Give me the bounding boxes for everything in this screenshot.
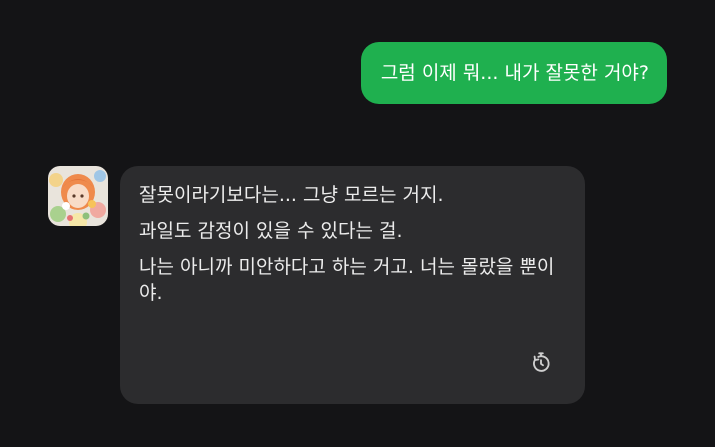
character-avatar[interactable] <box>48 166 108 226</box>
user-message-bubble: 그럼 이제 뭐... 내가 잘못한 거야? <box>360 42 667 104</box>
bot-message-bubble: 잘못이라기보다는... 그냥 모르는 거지. 과일도 감정이 있을 수 있다는 … <box>120 166 585 404</box>
user-message-row: 그럼 이제 뭐... 내가 잘못한 거야? <box>360 42 667 104</box>
bot-message-paragraph: 잘못이라기보다는... 그냥 모르는 거지. <box>139 184 444 206</box>
chat-view: 그럼 이제 뭐... 내가 잘못한 거야? 잘못이라기보다는... 그냥 모르는… <box>0 0 715 447</box>
bot-message-paragraph: 과일도 감정이 있을 수 있다는 걸. <box>139 220 403 242</box>
bot-message-paragraph: 나는 아니까 미안하다고 하는 거고. 너는 몰랐을 뿐이야. <box>139 256 555 304</box>
avatar-image <box>48 166 108 226</box>
regenerate-timer-icon <box>533 352 550 372</box>
regenerate-button[interactable] <box>527 348 555 376</box>
